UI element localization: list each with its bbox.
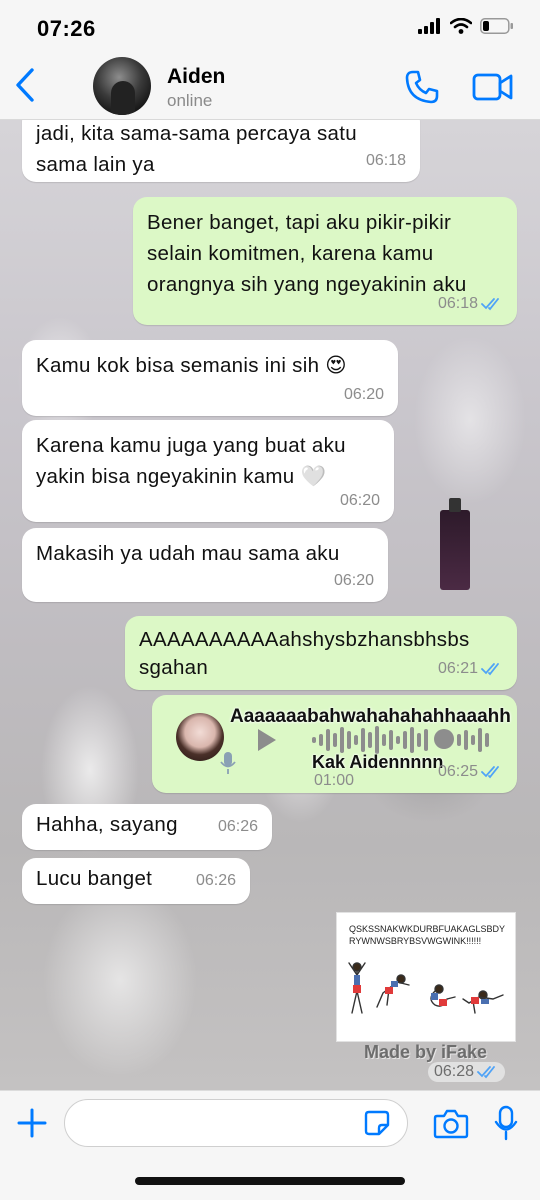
message-text: yakin bisa ngeyakinin kamu 🤍	[36, 465, 327, 488]
voice-message[interactable]: Aaaaaaabahwahahahahhaaahh Kak Aidennnnn …	[152, 695, 517, 793]
message-time: 06:28	[434, 1063, 475, 1080]
message-incoming[interactable]: Lucu banget 06:26	[22, 858, 250, 904]
camera-icon[interactable]	[433, 1109, 469, 1139]
contact-name[interactable]: Aiden	[167, 65, 225, 89]
message-input[interactable]	[64, 1099, 408, 1147]
chevron-left-icon	[16, 68, 34, 102]
voice-progress-thumb[interactable]	[434, 729, 454, 749]
message-meta: 06:20	[344, 379, 384, 410]
message-time: 06:18	[365, 152, 406, 169]
signal-icon	[418, 18, 440, 34]
chat-header: Aiden online	[0, 55, 540, 119]
message-outgoing[interactable]: Bener banget, tapi aku pikir-pikir selai…	[133, 197, 517, 325]
message-meta: 06:20	[340, 485, 380, 516]
message-meta: 06:26	[196, 865, 236, 896]
top-bar: 07:26 Aiden online	[0, 0, 540, 120]
message-time: 06:21	[437, 660, 478, 677]
sticker-message[interactable]: QSKSSNAKWKDURBFUAKAGLSBDYRYWNWSBRYBSVWGW…	[336, 912, 516, 1042]
wifi-icon	[450, 18, 472, 34]
wallpaper-perfume-bottle	[440, 498, 470, 590]
read-ticks-icon	[477, 1066, 495, 1079]
message-text: selain komitmen, karena kamu	[147, 242, 434, 265]
message-text: Kamu kok bisa semanis ini sih 😍	[36, 354, 347, 377]
message-incoming[interactable]: Hahha, sayang 06:26	[22, 804, 272, 850]
message-time: 06:20	[343, 386, 384, 403]
message-text: sama lain ya	[36, 153, 155, 176]
sticker-text: QSKSSNAKWKDURBFUAKAGLSBDYRYWNWSBRYBSVWGW…	[349, 924, 506, 946]
sticker-image	[348, 962, 504, 1014]
message-meta: 06:26	[218, 811, 258, 842]
message-incoming[interactable]: Kamu kok bisa semanis ini sih 😍 06:20	[22, 340, 398, 416]
message-meta: 06:28	[428, 1062, 506, 1082]
battery-icon	[480, 18, 513, 34]
video-call-button[interactable]	[472, 71, 514, 103]
message-text: Bener banget, tapi aku pikir-pikir	[147, 211, 452, 234]
input-bar	[0, 1090, 540, 1200]
sticker-icon[interactable]	[364, 1110, 390, 1136]
plus-icon[interactable]	[16, 1107, 48, 1139]
message-time: 06:20	[333, 572, 374, 589]
message-text: Karena kamu juga yang buat aku	[36, 434, 346, 457]
message-text: Makasih ya udah mau sama aku	[36, 542, 340, 565]
phone-icon	[405, 70, 439, 104]
message-time: 06:20	[339, 492, 380, 509]
message-meta: 06:20	[334, 565, 374, 596]
video-camera-icon	[472, 73, 513, 101]
chat-background: jadi, kita sama-sama percaya satu sama l…	[0, 120, 540, 1090]
watermark-text: Made by iFake	[364, 1042, 488, 1062]
message-time: 06:26	[217, 818, 258, 835]
back-button[interactable]	[10, 65, 40, 105]
message-time: 06:26	[195, 872, 236, 889]
message-meta: 06:18	[438, 288, 503, 319]
message-meta: 06:18	[366, 145, 406, 176]
voice-call-button[interactable]	[404, 69, 440, 105]
read-ticks-icon	[481, 662, 499, 675]
message-time: 06:25	[437, 763, 478, 780]
message-incoming[interactable]: Makasih ya udah mau sama aku 06:20	[22, 528, 388, 602]
microphone-icon[interactable]	[494, 1105, 518, 1141]
microphone-icon	[220, 752, 236, 774]
message-text: AAAAAAAAAAahshysbzhansbhsbs	[139, 628, 470, 651]
home-indicator	[135, 1177, 405, 1185]
message-time: 06:18	[437, 295, 478, 312]
contact-status: online	[167, 91, 213, 110]
status-icons	[418, 18, 514, 34]
message-text: jadi, kita sama-sama percaya satu	[36, 122, 357, 145]
read-ticks-icon	[481, 297, 499, 310]
read-ticks-icon	[481, 765, 499, 778]
message-incoming[interactable]: Karena kamu juga yang buat aku yakin bis…	[22, 420, 394, 522]
voice-sender-avatar	[176, 713, 224, 761]
overlay-text: Aaaaaaabahwahahahahhaaahh	[230, 706, 511, 727]
status-time: 07:26	[37, 16, 96, 41]
voice-duration: 01:00	[314, 772, 355, 789]
message-outgoing[interactable]: AAAAAAAAAAahshysbzhansbhsbs sgahan 06:21	[125, 616, 517, 690]
message-meta: 06:21	[438, 653, 503, 684]
message-incoming[interactable]: jadi, kita sama-sama percaya satu sama l…	[22, 120, 420, 182]
message-meta: 06:25	[438, 756, 503, 787]
contact-avatar[interactable]	[93, 57, 151, 115]
